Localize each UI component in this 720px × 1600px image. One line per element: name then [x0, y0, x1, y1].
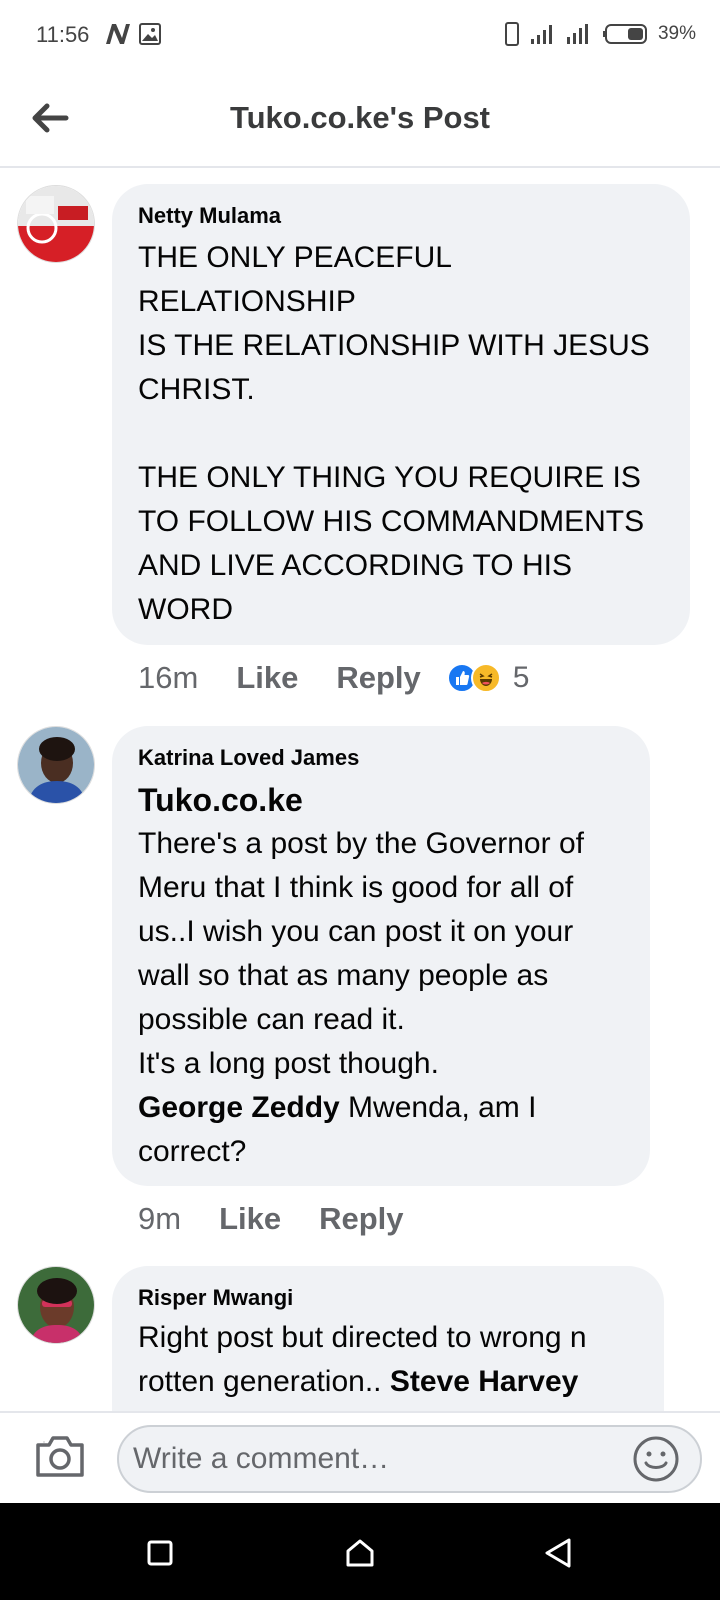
haha-reaction-icon [470, 663, 501, 693]
phone-icon [504, 22, 519, 46]
comment-author[interactable]: Netty Mulama [138, 202, 664, 230]
home-button[interactable] [340, 1533, 380, 1573]
emoji-icon [633, 1436, 679, 1482]
comment-text-mention-line: George Zeddy Mwenda, am I [138, 1091, 537, 1124]
status-time: 11:56 [36, 22, 90, 47]
back-nav-button[interactable] [538, 1533, 578, 1573]
comment-text-line2: rotten generation.. Steve Harvey [138, 1365, 579, 1398]
comment-text-end: correct? [138, 1135, 247, 1168]
comment-bubble[interactable]: Katrina Loved James Tuko.co.ke There's a… [112, 726, 650, 1186]
comment-input[interactable] [117, 1425, 702, 1493]
comment-author[interactable]: Risper Mwangi [138, 1284, 638, 1312]
camera-button[interactable] [34, 1433, 88, 1483]
avatar[interactable] [17, 726, 95, 804]
avatar[interactable] [17, 1266, 95, 1344]
reaction-count: 5 [512, 661, 530, 694]
camera-icon [36, 1436, 84, 1477]
like-button[interactable]: Like [236, 660, 298, 696]
user-mention[interactable]: Steve Harvey [390, 1365, 578, 1398]
comment-actions: 9m Like Reply [138, 1201, 442, 1237]
reply-button[interactable]: Reply [319, 1201, 403, 1237]
signal-icon [566, 24, 588, 44]
comment-actions: 16m Like Reply 5 [138, 660, 529, 696]
like-button[interactable]: Like [219, 1201, 281, 1237]
comment-composer [0, 1411, 720, 1503]
comment-time[interactable]: 9m [138, 1201, 181, 1237]
system-nav-bar [0, 1503, 720, 1600]
square-icon [147, 1540, 173, 1566]
comment-text: Right post but directed to wrong n [138, 1321, 587, 1354]
comment-text: There's a post by the Governor of Meru t… [138, 827, 584, 1080]
triangle-back-icon [545, 1538, 571, 1568]
app-header: Tuko.co.ke's Post [0, 72, 720, 168]
comment-text: THE ONLY PEACEFUL RELATIONSHIP IS THE RE… [138, 241, 650, 626]
comment-time[interactable]: 16m [138, 660, 198, 696]
comment-bubble[interactable]: Netty Mulama THE ONLY PEACEFUL RELATIONS… [112, 184, 690, 645]
page-title: Tuko.co.ke's Post [229, 100, 491, 135]
signal-icon [530, 25, 552, 44]
comment-bubble[interactable]: Risper Mwangi Right post but directed to… [112, 1266, 664, 1411]
reaction-summary[interactable]: 5 [446, 661, 530, 695]
n-icon [106, 24, 130, 44]
recents-button[interactable] [140, 1533, 180, 1573]
avatar[interactable] [17, 185, 95, 263]
comments-list[interactable]: Netty Mulama THE ONLY PEACEFUL RELATIONS… [0, 168, 720, 1411]
user-mention[interactable]: George Zeddy [138, 1091, 340, 1124]
page-mention[interactable]: Tuko.co.ke [138, 778, 624, 822]
image-icon [139, 23, 161, 45]
reply-button[interactable]: Reply [336, 660, 420, 696]
battery-icon [602, 24, 647, 44]
emoji-button[interactable] [632, 1435, 680, 1483]
status-bar: 11:56 39% [0, 0, 720, 72]
battery-percent: 39% [657, 23, 696, 44]
home-icon [346, 1539, 374, 1567]
comment-author[interactable]: Katrina Loved James [138, 744, 624, 772]
